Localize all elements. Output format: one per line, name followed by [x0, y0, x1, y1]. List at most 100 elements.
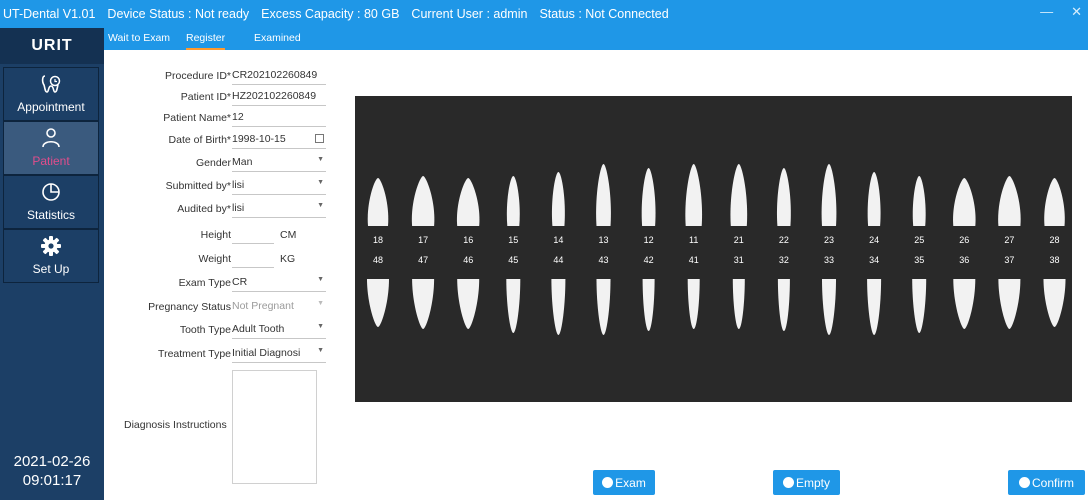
patient-id-field[interactable]: HZ202102260849 — [232, 90, 326, 106]
patient-name-field[interactable]: 12 — [232, 111, 326, 127]
connection-status: Status : Not Connected — [539, 7, 669, 21]
upper-tooth-number: 17 — [418, 235, 428, 245]
upper-tooth-number: 13 — [598, 235, 608, 245]
upper-tooth-17[interactable] — [411, 176, 435, 226]
confirm-button[interactable]: Confirm — [1008, 470, 1085, 495]
lower-tooth-number: 31 — [734, 255, 744, 265]
sidebar-item-statistics[interactable]: Statistics — [3, 175, 99, 229]
upper-tooth-number: 11 — [689, 235, 698, 245]
lower-tooth-36[interactable] — [953, 279, 976, 329]
lower-tooth-42[interactable] — [642, 279, 655, 331]
exam-type-row: Exam Type CR ▼ — [104, 273, 334, 293]
upper-tooth-number: 27 — [1004, 235, 1014, 245]
upper-tooth-11[interactable] — [685, 164, 703, 226]
chevron-down-icon: ▼ — [317, 202, 324, 209]
person-icon — [40, 127, 62, 152]
exam-type-select[interactable]: CR ▼ — [232, 276, 326, 292]
submitted-by-select[interactable]: lisi ▼ — [232, 179, 326, 195]
sidebar: URIT Appointment Patient Statistics Set … — [0, 28, 104, 500]
sidebar-item-appointment[interactable]: Appointment — [3, 67, 99, 121]
minimize-button[interactable]: — — [1040, 4, 1053, 20]
weight-unit: KG — [280, 253, 296, 265]
current-time: 09:01:17 — [22, 472, 82, 489]
lower-tooth-43[interactable] — [596, 279, 611, 335]
exam-type-label: Exam Type — [178, 277, 231, 289]
lower-tooth-45[interactable] — [506, 279, 521, 333]
sidebar-item-patient[interactable]: Patient — [3, 121, 99, 175]
empty-button[interactable]: Empty — [773, 470, 840, 495]
lower-tooth-41[interactable] — [687, 279, 700, 329]
upper-tooth-16[interactable] — [456, 178, 480, 226]
lower-tooth-37[interactable] — [998, 279, 1021, 329]
treatment-type-row: Treatment Type Initial Diagnosi ▼ — [104, 344, 334, 364]
upper-tooth-18[interactable] — [367, 178, 389, 226]
upper-tooth-23[interactable] — [821, 164, 837, 226]
upper-tooth-13[interactable] — [596, 164, 611, 226]
lower-tooth-33[interactable] — [822, 279, 836, 335]
diagnosis-instructions-label: Diagnosis Instructions — [124, 419, 227, 431]
lower-tooth-34[interactable] — [867, 279, 882, 335]
exam-type-value: CR — [232, 276, 248, 288]
tab-wait-to-exam[interactable]: Wait to Exam — [108, 28, 170, 48]
upper-tooth-21[interactable] — [730, 164, 748, 226]
sidebar-item-label: Statistics — [26, 208, 75, 222]
lower-tooth-46[interactable] — [457, 279, 480, 329]
date-time: 2021-02-26 09:01:17 — [0, 452, 104, 490]
procedure-id-field[interactable]: CR202102260849 — [232, 69, 326, 85]
close-button[interactable]: ✕ — [1071, 4, 1082, 20]
lower-tooth-32[interactable] — [777, 279, 790, 331]
lower-tooth-47[interactable] — [412, 279, 435, 329]
lower-tooth-number: 48 — [373, 255, 383, 265]
sidebar-item-label: Appointment — [17, 100, 85, 114]
treatment-type-select[interactable]: Initial Diagnosi ▼ — [232, 347, 326, 363]
empty-button-label: Empty — [795, 475, 830, 490]
upper-tooth-12[interactable] — [641, 168, 656, 226]
upper-tooth-26[interactable] — [953, 178, 976, 226]
weight-input[interactable] — [232, 252, 274, 268]
lower-tooth-number: 42 — [644, 255, 654, 265]
upper-tooth-24[interactable] — [867, 172, 881, 226]
lower-tooth-number: 33 — [824, 255, 834, 265]
upper-tooth-15[interactable] — [506, 176, 520, 226]
current-user: Current User : admin — [411, 7, 528, 21]
audited-by-select[interactable]: lisi ▼ — [232, 202, 326, 218]
upper-tooth-25[interactable] — [912, 176, 926, 226]
weight-row: Weight KG — [104, 249, 334, 269]
lower-tooth-38[interactable] — [1043, 279, 1066, 327]
date-of-birth-field[interactable]: 1998-10-15 — [232, 133, 326, 149]
patient-name-row: Patient Name* 12 — [104, 108, 334, 128]
upper-tooth-22[interactable] — [776, 168, 791, 226]
sidebar-item-setup[interactable]: Set Up — [3, 229, 99, 283]
calendar-icon[interactable] — [315, 134, 324, 143]
upper-tooth-27[interactable] — [998, 176, 1021, 226]
tab-examined[interactable]: Examined — [254, 28, 301, 48]
lower-tooth-31[interactable] — [732, 279, 745, 329]
upper-tooth-14[interactable] — [551, 172, 565, 226]
date-of-birth-label: Date of Birth* — [168, 134, 231, 146]
lower-tooth-44[interactable] — [551, 279, 566, 335]
upper-tooth-28[interactable] — [1044, 178, 1065, 226]
upper-tooth-number: 18 — [373, 235, 383, 245]
submitted-by-value: lisi — [232, 179, 245, 191]
exam-button[interactable]: Exam — [593, 470, 655, 495]
tooth-type-select[interactable]: Adult Tooth ▼ — [232, 323, 326, 339]
tab-register[interactable]: Register — [186, 28, 226, 50]
chevron-down-icon: ▼ — [317, 300, 324, 307]
lower-tooth-number: 47 — [418, 255, 428, 265]
lower-tooth-35[interactable] — [912, 279, 927, 333]
gender-select[interactable]: Man ▼ — [232, 156, 326, 172]
diagnosis-instructions-textarea[interactable] — [232, 370, 317, 484]
upper-tooth-number: 24 — [869, 235, 879, 245]
lower-tooth-48[interactable] — [367, 279, 389, 327]
height-input[interactable] — [232, 228, 274, 244]
lower-tooth-number: 45 — [508, 255, 518, 265]
current-date: 2021-02-26 — [13, 453, 91, 470]
gender-value: Man — [232, 156, 253, 168]
upper-tooth-number: 23 — [824, 235, 834, 245]
height-unit: CM — [280, 229, 297, 241]
chevron-down-icon: ▼ — [317, 179, 324, 186]
chevron-down-icon: ▼ — [317, 276, 324, 283]
gender-row: Gender Man ▼ — [104, 153, 334, 173]
lower-tooth-number: 32 — [779, 255, 789, 265]
pregnancy-status-label: Pregnancy Status — [148, 301, 231, 313]
